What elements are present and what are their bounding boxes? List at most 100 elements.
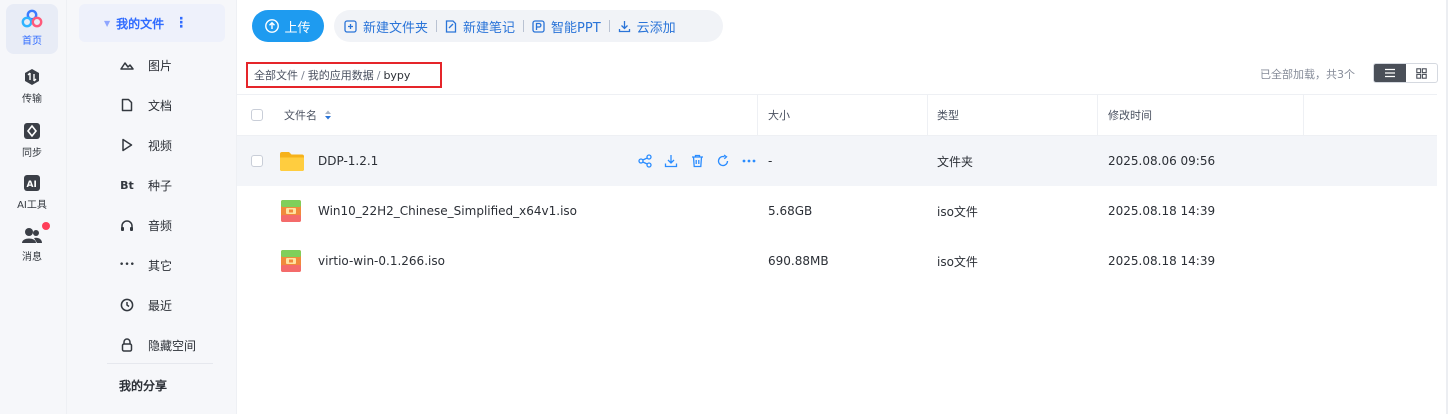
bt-torrent-icon: Bt: [120, 178, 134, 192]
sidebar-item-hidden-space[interactable]: 隐藏空间: [79, 327, 225, 363]
rail-label: 同步: [22, 148, 42, 159]
table-row[interactable]: virtio-win-0.1.266.iso 690.88MB iso文件 20…: [237, 236, 1437, 286]
breadcrumb-current: bypy: [383, 68, 411, 82]
grid-view-icon: [1416, 67, 1427, 79]
select-all-checkbox[interactable]: [251, 109, 263, 121]
notification-badge: [42, 222, 50, 230]
sidebar: ▼ 我的文件 ⋮ 图片 文档 视频 Bt 种子 音频 ••• 其它 最近 隐藏空…: [67, 0, 237, 414]
sidebar-my-files[interactable]: ▼ 我的文件 ⋮: [79, 4, 225, 42]
table-row[interactable]: DDP-1.2.1 - 文件夹 2025.08.06 09:56: [237, 136, 1437, 186]
breadcrumb-separator: /: [376, 68, 381, 82]
file-type: 文件夹: [937, 154, 974, 169]
file-size: 690.88MB: [768, 254, 829, 268]
load-status: 已全部加载，共3个: [1260, 68, 1355, 81]
smart-ppt-button[interactable]: 智能PPT: [532, 17, 601, 36]
toolbar-divider: [436, 20, 438, 32]
sync-icon: [21, 120, 43, 142]
file-name[interactable]: DDP-1.2.1: [318, 136, 378, 186]
rail-item-home[interactable]: 首页: [6, 4, 58, 54]
new-folder-button[interactable]: 新建文件夹: [344, 17, 428, 36]
svg-text:AI: AI: [27, 180, 37, 190]
download-icon[interactable]: [658, 154, 684, 168]
more-icon[interactable]: [736, 159, 762, 163]
file-modified: 2025.08.18 14:39: [1108, 254, 1216, 268]
transfer-icon: [21, 66, 43, 88]
delete-icon[interactable]: [684, 154, 710, 168]
rail-label: 消息: [22, 252, 42, 263]
file-name[interactable]: Win10_22H2_Chinese_Simplified_x64v1.iso: [318, 186, 577, 236]
column-divider: [927, 95, 928, 135]
breadcrumb: 全部文件 / 我的应用数据 / bypy: [246, 62, 442, 88]
column-divider: [757, 95, 758, 135]
column-header-size[interactable]: 大小: [768, 95, 790, 135]
new-note-label: 新建笔记: [463, 20, 516, 36]
column-name-label: 文件名: [284, 109, 317, 122]
iso-file-icon: [280, 236, 302, 286]
more-dots-icon: •••: [119, 260, 135, 270]
column-divider: [1097, 95, 1098, 135]
sidebar-item-recent[interactable]: 最近: [79, 287, 225, 323]
sidebar-item-label: 种子: [148, 178, 173, 193]
cloud-add-button[interactable]: 云添加: [618, 17, 676, 36]
column-header-modified[interactable]: 修改时间: [1108, 95, 1152, 135]
upload-label: 上传: [284, 20, 311, 36]
sidebar-item-documents[interactable]: 文档: [79, 87, 225, 123]
iso-file-icon: [280, 186, 302, 236]
sidebar-item-label: 文档: [148, 98, 173, 113]
rail-item-sync[interactable]: 同步: [6, 116, 58, 166]
sort-icon[interactable]: [324, 110, 332, 120]
new-note-button[interactable]: 新建笔记: [445, 17, 515, 36]
sidebar-item-images[interactable]: 图片: [79, 47, 225, 83]
sidebar-my-share[interactable]: 我的分享: [119, 377, 167, 394]
home-cloud-icon: [21, 8, 43, 30]
column-divider: [1303, 95, 1304, 135]
rail-label: AI工具: [17, 200, 47, 211]
note-icon: [445, 19, 457, 33]
window-edge-scrollbar[interactable]: [1446, 0, 1448, 414]
toolbar-divider: [523, 20, 525, 32]
file-modified: 2025.08.06 09:56: [1108, 154, 1216, 168]
caret-down-icon: ▼: [104, 18, 111, 28]
file-size: 5.68GB: [768, 204, 813, 218]
breadcrumb-all-files[interactable]: 全部文件: [254, 67, 298, 83]
recent-clock-icon: [119, 298, 135, 312]
sidebar-item-label: 其它: [148, 258, 173, 273]
row-checkbox[interactable]: [251, 155, 263, 167]
new-folder-label: 新建文件夹: [363, 20, 429, 36]
sidebar-item-label: 隐藏空间: [148, 338, 197, 353]
rail-item-transfer[interactable]: 传输: [6, 62, 58, 112]
row-actions: [632, 136, 762, 186]
video-play-icon: [119, 138, 135, 152]
column-header-name[interactable]: 文件名: [284, 95, 332, 135]
upload-button[interactable]: 上传: [252, 10, 324, 42]
file-type: iso文件: [937, 254, 978, 269]
column-header-type[interactable]: 类型: [937, 95, 959, 135]
vertical-more-icon[interactable]: ⋮: [174, 15, 188, 31]
rail-item-ai-tools[interactable]: AI AI工具: [6, 168, 58, 218]
new-folder-icon: [344, 19, 357, 33]
document-icon: [119, 98, 135, 112]
sidebar-item-other[interactable]: ••• 其它: [79, 247, 225, 283]
upload-icon: [265, 19, 280, 33]
file-size: -: [768, 154, 773, 168]
share-icon[interactable]: [632, 154, 658, 168]
file-type: iso文件: [937, 204, 978, 219]
ppt-icon: [532, 19, 545, 33]
grid-view-button[interactable]: [1406, 64, 1438, 82]
file-name[interactable]: virtio-win-0.1.266.iso: [318, 236, 445, 286]
rail-label: 首页: [22, 36, 42, 47]
sidebar-item-audio[interactable]: 音频: [79, 207, 225, 243]
rail-label: 传输: [22, 94, 42, 105]
sidebar-item-video[interactable]: 视频: [79, 127, 225, 163]
rail-item-messages[interactable]: 消息: [6, 220, 58, 270]
list-view-button[interactable]: [1374, 64, 1406, 82]
refresh-icon[interactable]: [710, 154, 736, 168]
breadcrumb-app-data[interactable]: 我的应用数据: [308, 67, 374, 83]
sidebar-item-label: 最近: [148, 298, 173, 313]
row-select-cell: [251, 136, 263, 186]
table-row[interactable]: Win10_22H2_Chinese_Simplified_x64v1.iso …: [237, 186, 1437, 236]
view-toggle: [1373, 63, 1438, 83]
breadcrumb-separator: /: [301, 68, 305, 82]
toolbar-actions: 新建文件夹 新建笔记 智能PPT 云添加: [334, 10, 723, 42]
sidebar-item-torrents[interactable]: Bt 种子: [79, 167, 225, 203]
